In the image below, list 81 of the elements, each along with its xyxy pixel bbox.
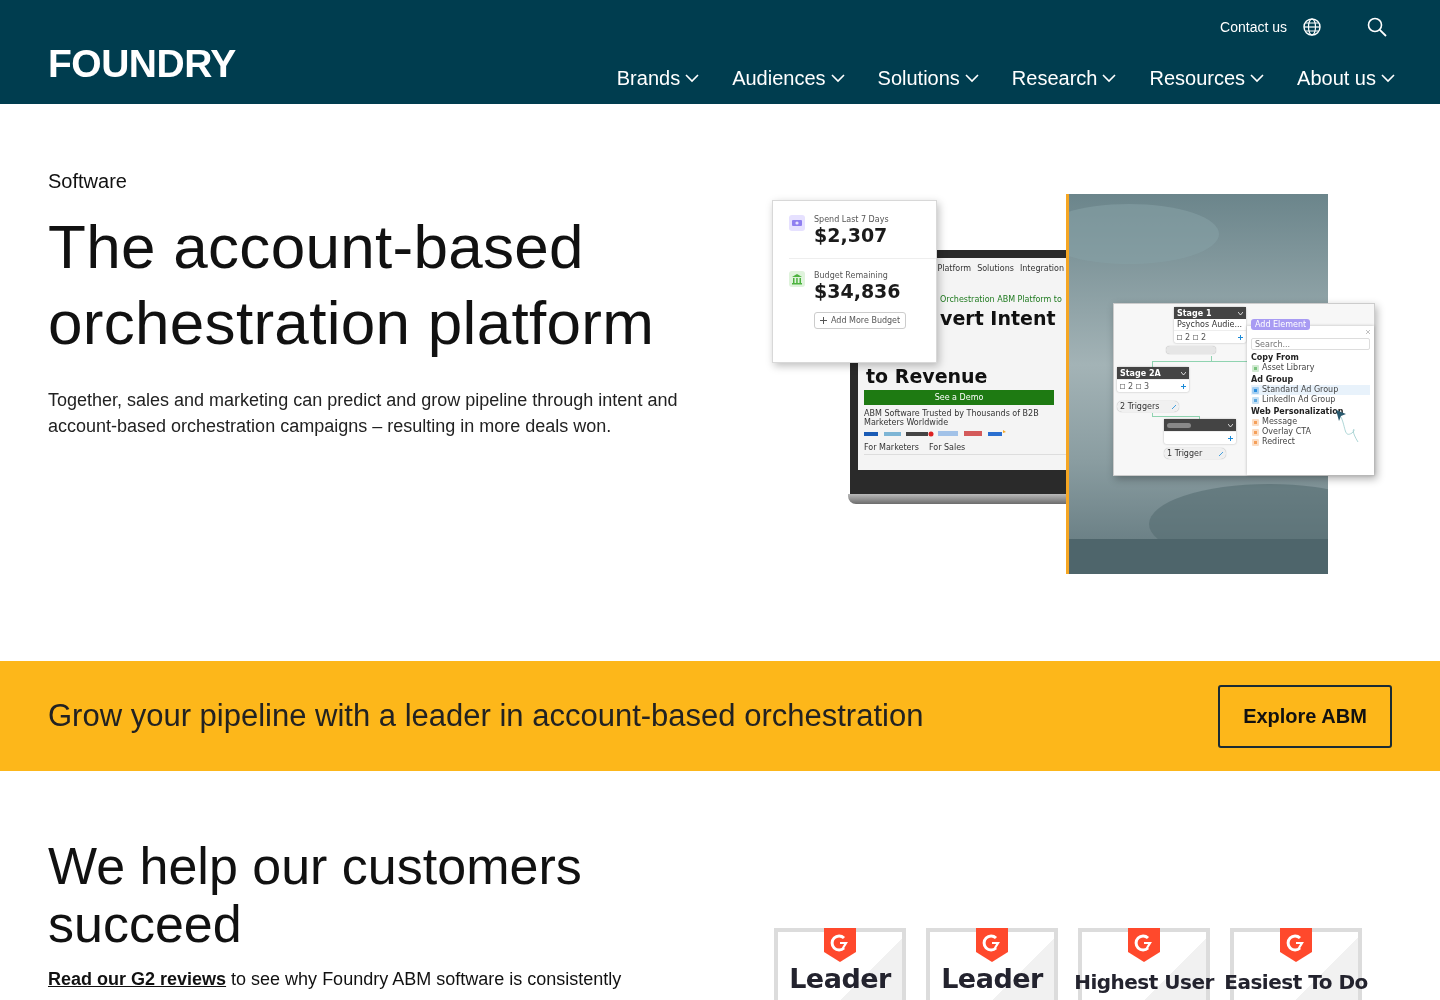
node-title: Stage 1 xyxy=(1177,308,1212,318)
menu-item[interactable]: Asset Library xyxy=(1251,363,1370,373)
g2-reviews-link[interactable]: Read our G2 reviews xyxy=(48,969,227,989)
trigger-pill: 1 Trigger xyxy=(1164,448,1226,459)
screen-nav-label: Integration xyxy=(1019,264,1064,273)
add-budget-button[interactable]: Add More Budget xyxy=(814,312,907,329)
node-count: 2 xyxy=(1201,332,1207,342)
foundry-logo: FOUNDRY xyxy=(48,44,236,84)
reviews-text: Read our G2 reviews to see why Foundry ABM software is consistently xyxy=(48,969,623,990)
node-count: 3 xyxy=(1144,381,1150,391)
copy-icon xyxy=(1177,334,1182,340)
menu-item[interactable]: Message xyxy=(1251,417,1370,427)
explore-button[interactable]: Explore ABM xyxy=(1218,684,1392,748)
node-title: Stage 2A xyxy=(1120,368,1161,378)
link-icon xyxy=(1172,404,1176,409)
nav-menu-item[interactable]: Solutions xyxy=(877,67,979,90)
banner-text: Grow your pipeline with a leader in account-based orchestration xyxy=(48,698,924,734)
menu-group-title: Copy From xyxy=(1251,353,1300,363)
contact-link[interactable]: Contact us xyxy=(1220,19,1287,35)
screen-tagline: Orchestration ABM Platform to xyxy=(940,295,1063,305)
chevron-down-icon xyxy=(1238,311,1243,315)
node-audience: Psychos Audie... xyxy=(1176,319,1244,330)
badge-title: Highest User xyxy=(1074,970,1214,994)
chevron-down-icon xyxy=(1181,371,1186,375)
chevron-down-icon xyxy=(1102,74,1117,83)
copy-icon xyxy=(1120,383,1125,389)
badge-title: Leader xyxy=(941,964,1043,994)
trigger-pill: 2 Triggers xyxy=(1117,401,1179,412)
metric-label: Spend Last 7 Days xyxy=(814,215,889,224)
plus-icon[interactable] xyxy=(1181,383,1186,389)
placeholder-pill xyxy=(1166,346,1216,354)
money-icon xyxy=(789,215,805,231)
search-icon[interactable] xyxy=(1367,17,1387,37)
category-label: Software xyxy=(48,170,128,193)
plus-icon xyxy=(820,317,827,324)
metric-value: $34,836 xyxy=(814,280,901,302)
nav-menu-item[interactable]: Research xyxy=(1011,67,1117,90)
menu-item[interactable]: Redirect xyxy=(1251,437,1370,447)
screen-headline: to Revenue xyxy=(866,365,989,387)
chevron-down-icon xyxy=(830,74,845,83)
g2-shield-icon xyxy=(976,928,1008,962)
menu-group-title: Web Personalization xyxy=(1251,407,1345,417)
screen-tab-label: For Marketers xyxy=(864,443,919,452)
g2-shield-icon xyxy=(824,928,856,962)
menu-group-title: Ad Group xyxy=(1251,375,1295,385)
bank-icon xyxy=(789,271,805,287)
hero-heading: The account-based orchestration platform xyxy=(48,211,656,359)
list-icon xyxy=(1136,383,1142,389)
g2-shield-icon xyxy=(1128,928,1160,962)
chevron-down-icon xyxy=(1250,74,1265,83)
node-count: 2 xyxy=(1185,332,1191,342)
menu-item[interactable]: Standard Ad Group xyxy=(1251,385,1370,395)
hero-description: Together, sales and marketing can predict and grow pipeline through intent and account-based orchestration campaigns – resulting in more deals won. xyxy=(48,389,679,438)
screen-nav-label: Platform xyxy=(937,264,972,273)
plus-icon[interactable] xyxy=(1228,435,1233,441)
badge-title: Leader xyxy=(789,964,891,994)
chevron-down-icon xyxy=(1381,74,1395,83)
screen-nav-label: Solutions xyxy=(977,264,1014,273)
node-count: 2 xyxy=(1128,381,1134,391)
menu-item[interactable]: Overlay CTA xyxy=(1251,427,1370,437)
nav-menu-item[interactable]: About us xyxy=(1297,67,1395,90)
chevron-down-icon xyxy=(964,74,979,83)
nav-menu-item[interactable]: Resources xyxy=(1149,67,1265,90)
placeholder-bar xyxy=(1167,422,1191,428)
screen-tab-label: For Sales xyxy=(928,443,966,452)
plus-icon[interactable] xyxy=(1238,334,1243,340)
menu-item[interactable]: LinkedIn Ad Group xyxy=(1251,395,1370,405)
badge-title: Easiest To Do xyxy=(1224,970,1368,994)
nav-menu-item[interactable]: Audiences xyxy=(732,67,845,90)
metric-value: $2,307 xyxy=(814,224,889,246)
metric-label: Budget Remaining xyxy=(814,271,889,280)
list-icon xyxy=(1193,334,1199,340)
trust-text: ABM Software Trusted by Thousands of B2B Marketers Worldwide xyxy=(864,409,1040,427)
section-heading: We help our customers succeed xyxy=(48,837,583,953)
nav-menu-item[interactable]: Brands xyxy=(616,67,700,90)
link-icon xyxy=(1219,451,1223,456)
screen-headline: vert Intent xyxy=(940,307,1057,329)
search-field[interactable]: Search... xyxy=(1251,338,1370,350)
g2-shield-icon xyxy=(1280,928,1312,962)
chevron-down-icon xyxy=(1228,423,1233,427)
chevron-down-icon xyxy=(685,74,700,83)
